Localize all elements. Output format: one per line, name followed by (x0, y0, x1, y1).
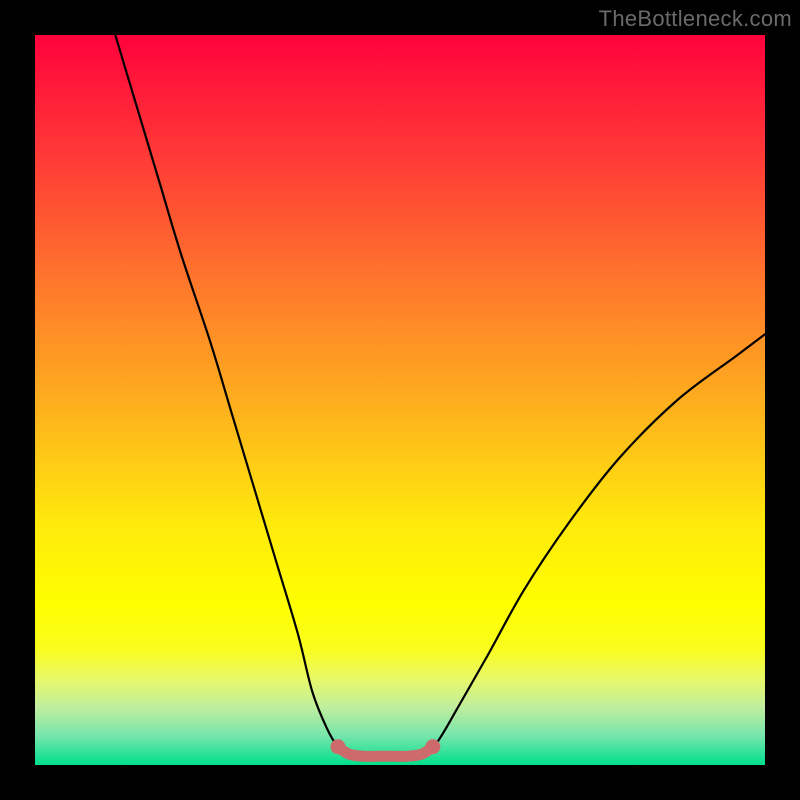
valley-highlight (338, 747, 433, 757)
chart-frame: TheBottleneck.com (0, 0, 800, 800)
watermark-text: TheBottleneck.com (599, 6, 792, 32)
curve-right-branch (422, 334, 765, 754)
valley-dot (330, 739, 345, 754)
curves-layer (0, 0, 800, 800)
curve-left-branch (115, 35, 349, 754)
valley-dot (425, 739, 440, 754)
